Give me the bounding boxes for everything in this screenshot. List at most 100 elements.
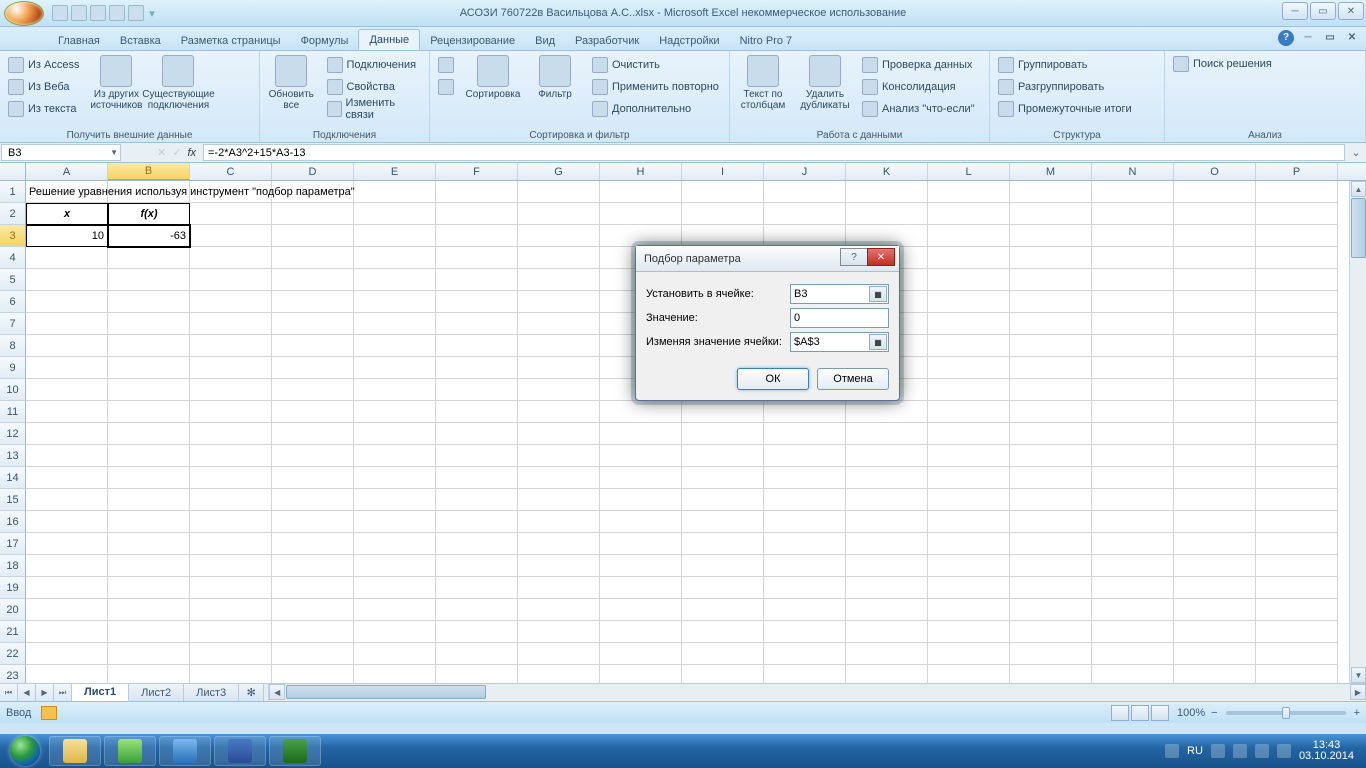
ungroup-button[interactable]: Разгруппировать (994, 77, 1136, 97)
cell[interactable] (190, 445, 272, 467)
cell[interactable] (1010, 533, 1092, 555)
cell[interactable] (928, 621, 1010, 643)
row-header[interactable]: 16 (0, 511, 26, 533)
tab-nitro[interactable]: Nitro Pro 7 (730, 31, 803, 50)
tray-icon[interactable] (1255, 744, 1269, 758)
zoom-in-icon[interactable]: + (1354, 707, 1360, 719)
cell[interactable] (354, 181, 436, 203)
column-header[interactable]: E (354, 163, 436, 180)
cell[interactable]: x (26, 203, 108, 225)
cell[interactable] (518, 313, 600, 335)
cell[interactable] (272, 379, 354, 401)
start-button[interactable] (4, 734, 46, 768)
cell[interactable] (928, 643, 1010, 665)
cell[interactable] (108, 489, 190, 511)
cell[interactable] (108, 533, 190, 555)
cell[interactable] (190, 555, 272, 577)
cell[interactable] (600, 225, 682, 247)
from-text-button[interactable]: Из текста (4, 99, 83, 119)
cell[interactable] (518, 335, 600, 357)
cell[interactable] (436, 467, 518, 489)
cell[interactable] (518, 357, 600, 379)
cell[interactable] (1092, 269, 1174, 291)
cell[interactable] (1174, 577, 1256, 599)
cell[interactable] (354, 489, 436, 511)
cell[interactable]: Решение уравнения используя инструмент "… (26, 181, 108, 203)
cell[interactable] (436, 533, 518, 555)
cell[interactable] (518, 269, 600, 291)
help-icon[interactable]: ? (1278, 30, 1294, 46)
prev-sheet-icon[interactable]: ◀ (18, 684, 36, 701)
cell[interactable] (272, 599, 354, 621)
cell[interactable] (354, 291, 436, 313)
sort-az-button[interactable] (434, 55, 460, 75)
cell[interactable] (1174, 269, 1256, 291)
cell[interactable] (1092, 665, 1174, 683)
cell[interactable] (518, 643, 600, 665)
cell[interactable] (518, 511, 600, 533)
cell[interactable] (682, 225, 764, 247)
cell[interactable] (272, 269, 354, 291)
lang-indicator[interactable]: RU (1187, 745, 1203, 757)
cell[interactable] (928, 445, 1010, 467)
cell[interactable] (600, 489, 682, 511)
row-header[interactable]: 20 (0, 599, 26, 621)
cell[interactable] (1010, 555, 1092, 577)
cell[interactable] (190, 577, 272, 599)
cell[interactable] (354, 423, 436, 445)
cell[interactable] (518, 181, 600, 203)
row-header[interactable]: 4 (0, 247, 26, 269)
cell[interactable] (1010, 335, 1092, 357)
cell[interactable] (600, 181, 682, 203)
cell[interactable] (436, 665, 518, 683)
cell[interactable] (764, 665, 846, 683)
dialog-help-button[interactable]: ? (840, 248, 868, 266)
cell[interactable] (1010, 203, 1092, 225)
column-header[interactable]: A (26, 163, 108, 180)
cell[interactable] (354, 225, 436, 247)
cell[interactable] (26, 643, 108, 665)
cell[interactable] (764, 555, 846, 577)
cell[interactable] (354, 599, 436, 621)
cell[interactable] (108, 599, 190, 621)
preview-icon[interactable] (128, 5, 144, 21)
cell[interactable] (272, 225, 354, 247)
print-icon[interactable] (109, 5, 125, 21)
cell[interactable] (272, 577, 354, 599)
remove-duplicates-button[interactable]: Удалить дубликаты (796, 53, 854, 121)
workbook-close-button[interactable]: ✕ (1344, 30, 1360, 46)
cell[interactable] (190, 401, 272, 423)
cell[interactable] (272, 665, 354, 683)
cell[interactable] (190, 379, 272, 401)
page-break-view-icon[interactable] (1151, 705, 1169, 721)
cell[interactable] (190, 247, 272, 269)
cell[interactable] (1256, 599, 1338, 621)
cell[interactable] (108, 269, 190, 291)
taskbar-item-app[interactable] (104, 736, 156, 766)
cell[interactable] (272, 555, 354, 577)
column-header[interactable]: B (108, 163, 190, 180)
row-header[interactable]: 13 (0, 445, 26, 467)
cell[interactable] (518, 291, 600, 313)
cell[interactable] (354, 577, 436, 599)
cell[interactable] (928, 511, 1010, 533)
cell[interactable] (1174, 511, 1256, 533)
cell[interactable] (26, 423, 108, 445)
cell[interactable] (1010, 489, 1092, 511)
scroll-thumb[interactable] (1351, 198, 1366, 258)
horizontal-scrollbar[interactable]: ◀ ▶ (268, 684, 1366, 701)
cell[interactable] (1174, 247, 1256, 269)
cell[interactable] (26, 379, 108, 401)
taskbar-item-excel[interactable] (269, 736, 321, 766)
cell[interactable] (1256, 511, 1338, 533)
vertical-scrollbar[interactable]: ▲ ▼ (1349, 181, 1366, 683)
cell[interactable] (928, 313, 1010, 335)
cell[interactable] (1256, 489, 1338, 511)
sort-za-button[interactable] (434, 77, 460, 97)
cell[interactable] (1092, 357, 1174, 379)
cell[interactable] (272, 423, 354, 445)
cell[interactable] (1092, 181, 1174, 203)
cell[interactable] (1256, 643, 1338, 665)
cell[interactable] (764, 533, 846, 555)
page-layout-view-icon[interactable] (1131, 705, 1149, 721)
